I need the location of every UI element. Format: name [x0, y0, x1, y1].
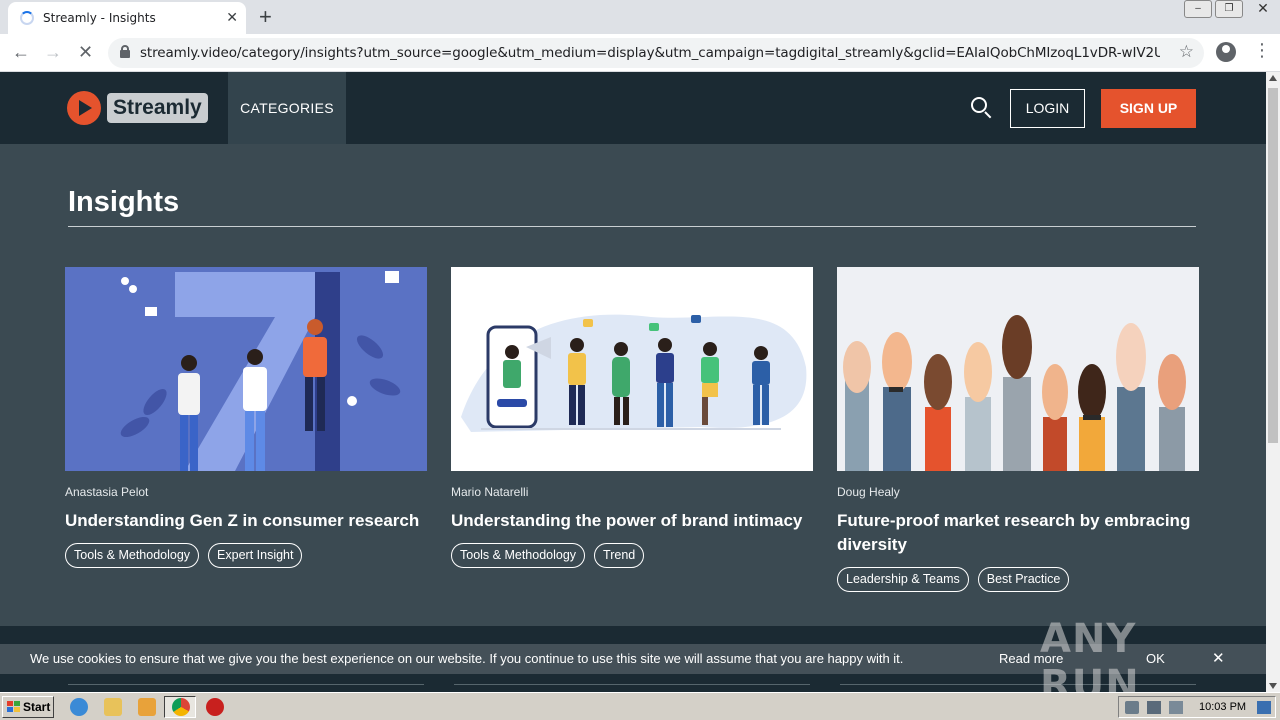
stop-loading-icon[interactable]: ✕: [78, 42, 93, 63]
address-bar[interactable]: streamly.video/category/insights?utm_sou…: [108, 38, 1204, 68]
tag-pill[interactable]: Expert Insight: [208, 543, 303, 568]
tag-pill[interactable]: Trend: [594, 543, 645, 568]
taskbar-clock[interactable]: 10:03 PM: [1199, 701, 1246, 713]
restore-icon[interactable]: ❐: [1215, 0, 1243, 18]
windows-flag-icon: [7, 701, 20, 713]
start-label: Start: [23, 700, 51, 714]
article-title[interactable]: Understanding the power of brand intimac…: [451, 509, 813, 533]
system-tray: 10:03 PM: [1118, 696, 1276, 718]
article-thumbnail[interactable]: [65, 267, 427, 471]
screen: Streamly - Insights ✕ + – ❐ ✕ ← → ✕ stre…: [0, 0, 1280, 720]
tag-pill[interactable]: Tools & Methodology: [451, 543, 586, 568]
scroll-up-arrow-icon[interactable]: [1269, 75, 1277, 81]
internet-explorer-icon[interactable]: [70, 698, 88, 716]
article-thumbnail[interactable]: [837, 267, 1199, 471]
show-desktop-icon[interactable]: [1257, 701, 1271, 714]
chrome-taskbar-button[interactable]: [164, 696, 196, 718]
network-icon[interactable]: [1147, 701, 1161, 714]
tab-title: Streamly - Insights: [43, 11, 156, 25]
article-author[interactable]: Anastasia Pelot: [65, 485, 427, 499]
tab-close-icon[interactable]: ✕: [226, 9, 238, 26]
media-player-icon[interactable]: [138, 698, 156, 716]
back-arrow-icon[interactable]: ←: [12, 42, 30, 63]
window-controls: – ❐ ✕: [1181, 0, 1280, 20]
article-thumbnail[interactable]: [451, 267, 813, 471]
title-divider: [68, 226, 1196, 227]
article-author[interactable]: Mario Natarelli: [451, 485, 813, 499]
action-center-flag-icon[interactable]: [1169, 701, 1183, 714]
anyrun-watermark: ANY RUN: [1040, 608, 1235, 708]
tag-pill[interactable]: Tools & Methodology: [65, 543, 200, 568]
article-author[interactable]: Doug Healy: [837, 485, 1199, 499]
browser-menu-icon[interactable]: ⋮: [1253, 40, 1271, 61]
site-header: Streamly CATEGORIES LOGIN SIGN UP: [0, 72, 1266, 144]
article-title[interactable]: Future-proof market research by embracin…: [837, 509, 1199, 557]
search-icon[interactable]: [970, 96, 994, 120]
profile-avatar-icon[interactable]: [1216, 42, 1236, 62]
lock-icon: [120, 45, 130, 58]
article-card[interactable]: Anastasia Pelot Understanding Gen Z in c…: [65, 267, 427, 568]
windows-taskbar: Start 10:03 PM: [0, 692, 1280, 720]
browser-tab[interactable]: Streamly - Insights ✕: [8, 2, 246, 34]
file-explorer-icon[interactable]: [104, 698, 122, 716]
streamly-logo[interactable]: Streamly: [67, 91, 209, 125]
article-card[interactable]: Doug Healy Future-proof market research …: [837, 267, 1199, 592]
tag-list: Leadership & Teams Best Practice: [837, 567, 1199, 592]
minimize-icon[interactable]: –: [1184, 0, 1212, 18]
url-text[interactable]: streamly.video/category/insights?utm_sou…: [140, 45, 1160, 61]
browser-toolbar: ← → ✕ streamly.video/category/insights?u…: [0, 34, 1280, 72]
tag-list: Tools & Methodology Trend: [451, 543, 813, 568]
tag-list: Tools & Methodology Expert Insight: [65, 543, 427, 568]
signup-button[interactable]: SIGN UP: [1101, 89, 1196, 128]
window-close-icon[interactable]: ✕: [1246, 0, 1280, 18]
cookie-message: We use cookies to ensure that we give yo…: [30, 651, 904, 666]
tag-pill[interactable]: Best Practice: [977, 567, 1070, 592]
page-scrollbar[interactable]: [1266, 72, 1280, 692]
nav-categories[interactable]: CATEGORIES: [228, 72, 346, 144]
new-tab-icon[interactable]: +: [259, 4, 272, 30]
scrollbar-thumb[interactable]: [1268, 88, 1278, 443]
logo-wordmark: Streamly: [107, 93, 208, 123]
loading-spinner-icon: [20, 11, 34, 25]
opera-icon[interactable]: [206, 698, 224, 716]
login-button[interactable]: LOGIN: [1010, 89, 1085, 128]
tag-pill[interactable]: Leadership & Teams: [837, 567, 969, 592]
forward-arrow-icon[interactable]: →: [44, 42, 62, 63]
chrome-icon: [172, 698, 190, 716]
browser-tab-strip: Streamly - Insights ✕ + – ❐ ✕: [0, 0, 1280, 34]
scroll-down-arrow-icon[interactable]: [1269, 683, 1277, 689]
start-button[interactable]: Start: [2, 696, 54, 718]
article-card[interactable]: Mario Natarelli Understanding the power …: [451, 267, 813, 568]
play-logo-icon: [67, 91, 101, 125]
article-title[interactable]: Understanding Gen Z in consumer research: [65, 509, 427, 533]
footer-divider: [454, 684, 810, 685]
volume-icon[interactable]: [1125, 701, 1139, 714]
footer-divider: [68, 684, 424, 685]
bookmark-star-icon[interactable]: ☆: [1179, 42, 1194, 62]
page-title: Insights: [68, 186, 180, 218]
